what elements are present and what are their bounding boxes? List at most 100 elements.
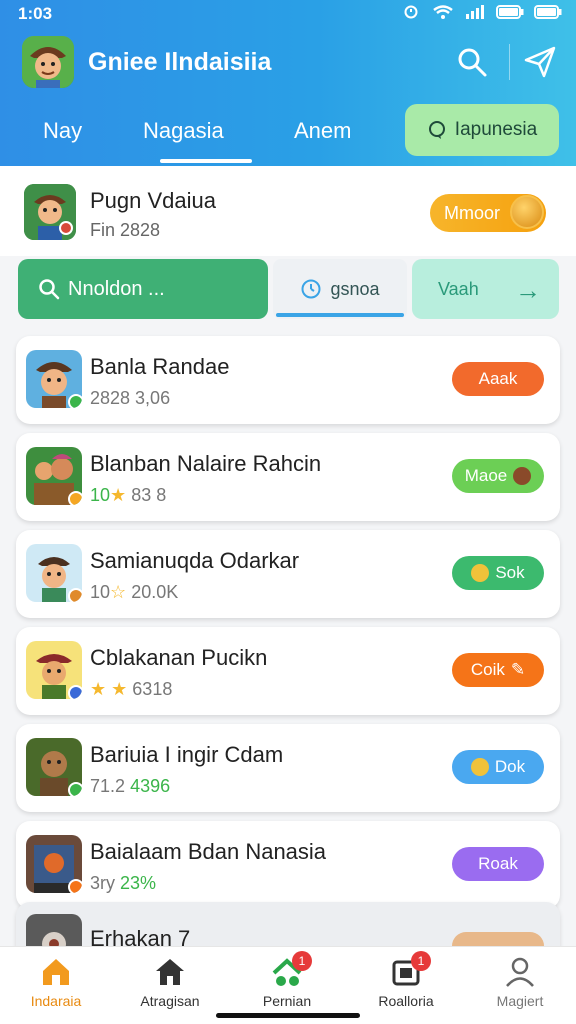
home-icon (39, 955, 73, 989)
game-stat-rating: 6318 (132, 679, 173, 699)
active-tab-indicator (160, 159, 252, 163)
next-button[interactable]: Vaah → (412, 259, 559, 319)
status-bar: 1:03 (0, 0, 576, 28)
nav-item-home[interactable]: Indaraia (6, 955, 106, 1009)
box-icon: 1 (389, 951, 431, 989)
game-card[interactable]: Blanban Nalaire Rahcin 10★ 83 8 Maoe (16, 433, 560, 521)
search-button-label: Nnoldon ... (68, 277, 165, 300)
game-title: Baialaam Bdan Nanasia (90, 839, 327, 864)
tab-pill-button[interactable]: Iapunesia (405, 104, 559, 156)
game-stat-value: 3ry (90, 873, 116, 893)
send-icon[interactable] (522, 44, 558, 80)
nav-item-label: Magiert (496, 993, 544, 1009)
app-logo-icon (22, 36, 74, 88)
game-stat-rating: 20.0K (131, 582, 179, 602)
game-action-button[interactable]: Coik ✎ (452, 653, 544, 687)
meat-icon (513, 467, 532, 485)
search-button[interactable]: Nnoldon ... (18, 259, 268, 319)
verified-badge (68, 685, 82, 699)
game-card[interactable]: Cblakanan Pucikn ★ ★ 6318 Coik ✎ (16, 627, 560, 715)
search-icon (39, 279, 60, 300)
verified-badge (68, 588, 82, 602)
game-title: Cblakanan Pucikn (90, 645, 268, 670)
game-stats: 10☆ 20.0K (90, 582, 178, 603)
game-thumbnail (26, 738, 82, 796)
genre-tab-label: gsnoa (330, 278, 380, 299)
tab-nagasia[interactable]: Nagasia (143, 118, 224, 144)
nav-item-label: Pernian (262, 993, 312, 1009)
game-thumbnail (26, 544, 82, 602)
game-action-label: Dok (494, 757, 526, 776)
nav-item-label: Atragisan (140, 993, 200, 1009)
app-header: 1:03 Gniee Ilndaisiia Nay Nagasia Anem I… (0, 0, 576, 166)
house-icon (153, 955, 187, 989)
game-stats: 2828 3,06 (90, 388, 171, 408)
game-action-button[interactable]: Dok (452, 750, 544, 784)
coins-button[interactable]: Mmoor (430, 194, 546, 232)
nav-item-rewards[interactable]: 1 Pernian (237, 951, 337, 1009)
tab-nay[interactable]: Nay (43, 118, 82, 144)
arrow-right-icon: → (515, 275, 541, 305)
game-card[interactable]: Baialaam Bdan Nanasia 3ry 23% Roak (16, 821, 560, 909)
pencil-icon: ✎ (510, 660, 526, 679)
game-action-button[interactable]: Sok (452, 556, 544, 590)
battery-icon (534, 5, 562, 19)
game-stat-rating: 83 8 (131, 485, 167, 505)
game-stat-highlight: 4396 (130, 776, 171, 796)
game-action-label: Roak (478, 854, 518, 873)
verified-badge (68, 491, 82, 505)
profile-row[interactable]: Pugn Vdaiua Fin 2828 Mmoor (0, 166, 576, 256)
status-time: 1:03 (18, 4, 53, 23)
game-card[interactable]: Bariuia I ingir Cdam 71.2 4396 Dok (16, 724, 560, 812)
nav-item-profile[interactable]: Magiert (470, 955, 570, 1009)
nav-item-library[interactable]: 1 Roalloria (356, 951, 456, 1009)
gift-icon: 1 (270, 951, 312, 989)
game-stat-value: 10 (90, 485, 111, 505)
coin-icon (471, 564, 490, 582)
game-action-button[interactable]: Aaak (452, 362, 544, 396)
genre-tab-indicator (276, 313, 404, 317)
game-action-button[interactable]: Maoe (452, 459, 544, 493)
verified-badge (68, 879, 82, 893)
tab-anem[interactable]: Anem (294, 118, 351, 144)
action-bar: Nnoldon ... gsnoa Vaah → (0, 256, 576, 326)
status-icons (400, 5, 562, 19)
game-title: Samianuqda Odarkar (90, 548, 300, 573)
profile-subtitle: Fin 2828 (90, 220, 161, 240)
game-title: Blanban Nalaire Rahcin (90, 451, 322, 476)
game-thumbnail (26, 835, 82, 893)
game-stat-value: 10 (90, 582, 111, 602)
wifi-icon (433, 5, 453, 19)
game-stat-value: 71.2 (90, 776, 126, 796)
avatar (24, 184, 76, 240)
game-card[interactable]: Samianuqda Odarkar 10☆ 20.0K Sok (16, 530, 560, 618)
alarm-icon (404, 5, 418, 19)
star-icon: ★ ★ (90, 679, 128, 699)
genre-tab[interactable]: gsnoa (273, 259, 407, 319)
notification-badge: 1 (292, 951, 312, 971)
star-icon: ☆ (110, 582, 127, 602)
star-icon: ★ (110, 485, 127, 505)
nav-item-label: Indaraia (30, 993, 82, 1009)
verified-badge (68, 782, 82, 796)
app-title: Gniee Ilndaisiia (88, 48, 272, 76)
user-icon (503, 955, 537, 989)
coins-button-label: Mmoor (444, 202, 501, 223)
profile-name: Pugn Vdaiua (90, 188, 216, 213)
game-stats: 3ry 23% (90, 873, 156, 894)
game-stats: 10★ 83 8 (90, 485, 166, 506)
game-action-label: Coik (470, 660, 505, 679)
game-action-label: Maoe (464, 466, 508, 485)
search-icon[interactable] (456, 46, 488, 78)
coin-icon (510, 195, 544, 229)
game-thumbnail (26, 350, 82, 408)
game-stat-highlight: 23% (120, 873, 157, 893)
game-action-button[interactable]: Roak (452, 847, 544, 881)
game-card[interactable]: Banla Randae 2828 3,06 Aaak (16, 336, 560, 424)
nav-item-explore[interactable]: Atragisan (120, 955, 220, 1009)
game-action-label: Sok (495, 563, 525, 582)
game-title: Bariuia I ingir Cdam (90, 742, 284, 767)
game-stats: ★ ★ 6318 (90, 679, 172, 700)
header-divider (509, 44, 510, 80)
home-indicator (216, 1013, 360, 1018)
